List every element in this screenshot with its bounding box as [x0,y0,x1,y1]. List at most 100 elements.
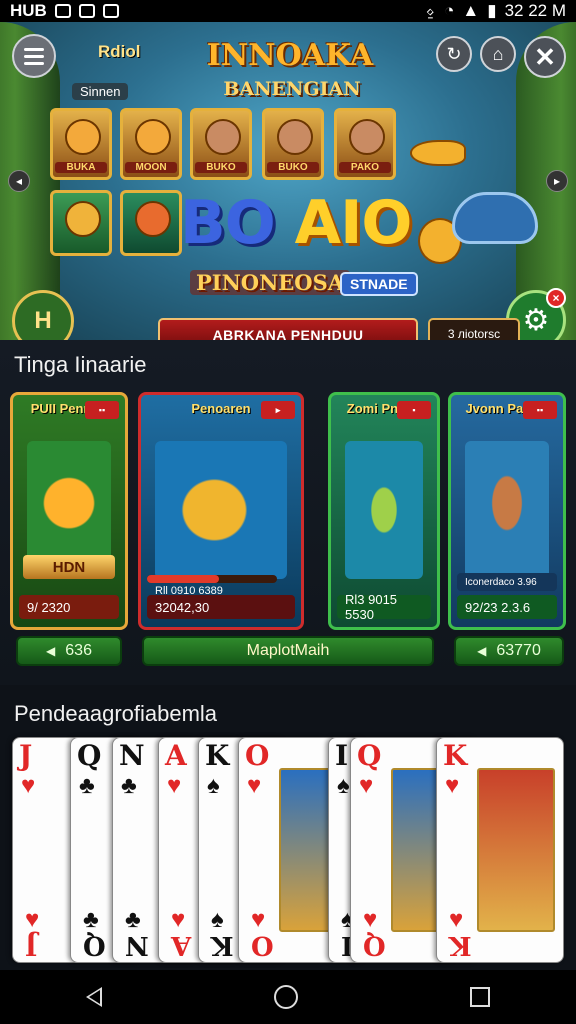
scroll-right-icon[interactable]: ▸ [546,170,568,192]
game-thumb[interactable]: BUKA [50,108,112,180]
card-subtext: Iconerdaco 3.96 [457,573,557,591]
card-badge: ▪▪ [85,401,119,419]
card-suit-icon: ♥ [251,906,266,933]
bet-bar: ◀ 636 MaplotMaih ◀ 63770 [10,636,566,668]
menu-button[interactable] [12,34,56,78]
card-rank: Q [357,739,382,772]
banner-title: INNOAKA [206,38,374,73]
card-rank: I [335,739,349,772]
game-card[interactable]: Zomi Pnimo ▪ Rl3 9015 5530 [328,392,440,630]
card-suit-icon: ♥ [171,906,186,933]
card-rank: Q [77,739,102,772]
card-suit-icon: ♥ [445,772,460,799]
arrow-left-icon: ◀ [477,644,487,658]
section-title: Pendeaagrofiabemla [14,701,218,726]
card-rank: O [245,739,270,772]
game-banner[interactable]: Rdiol Sinnen INNOAKA BANENGIAN ↻ ⌂ ✕ BUK… [0,22,576,340]
clock: 32 22 M [504,1,566,20]
card-suit-icon: ♥ [449,906,464,933]
card-rank: Q [363,930,386,960]
thumb-label: PAKO [339,162,391,173]
thumb-label: BUKO [195,162,247,173]
security-icon [102,4,119,18]
card-suit-icon: ♠ [207,772,220,799]
bet-left-button[interactable]: ◀ 636 [16,636,122,666]
game-thumb[interactable]: BUKO [190,108,252,180]
card-rank: J [25,930,38,960]
close-button[interactable]: ✕ [524,36,566,78]
card-suit-icon: ♠ [211,906,224,933]
logo-subtitle: PINONEOSA [190,270,351,295]
game-thumb[interactable] [50,190,112,256]
face-card-art [477,768,555,932]
scroll-left-icon[interactable]: ◂ [8,170,30,192]
refresh-button[interactable]: ↻ [436,36,472,72]
card-suit-icon: ♥ [21,772,36,799]
card-footer: 32042,30 [147,595,295,619]
banner-subtitle: BANENGIAN [223,78,361,100]
card-rank: K [449,930,472,960]
card-suit-icon: ♥ [25,906,40,933]
play-main-button[interactable]: MaplotMaih [142,636,434,666]
game-thumb[interactable] [120,190,182,256]
card-games-section: Pendeaagrofiabemla J ♥ ♥ J Q ♣ ♣ Q N ♣ ♣ N A ♥ ♥ A K ♠ ♠ K O… [0,685,576,970]
message-icon [78,4,95,18]
battery-icon: ▮ [487,1,497,20]
banner-cta-button[interactable]: ABRKANA PENHDUU [158,318,418,340]
banner-tag: Rdiol [98,42,141,61]
card-suit-icon: ♥ [359,772,374,799]
card-rank: K [443,739,468,772]
close-badge-icon[interactable]: × [546,288,566,308]
card-suit-icon: ♣ [79,772,95,799]
thumb-label: MOON [125,162,177,173]
card-footer: 9/ 2320 [19,595,119,619]
banner-side-button[interactable]: 3 лiotorsc [428,318,520,340]
logo-part-aio: AIO [294,188,413,258]
card-footer-text: 32042,30 [155,599,210,615]
card-badge: ▪▪ [523,401,557,419]
recent-apps-icon[interactable] [470,987,490,1007]
thumb-label: BUKA [55,162,107,173]
card-footer-text: 92/23 2.3.6 [465,599,531,615]
home-icon[interactable] [274,985,298,1009]
card-badge: ▸ [261,401,295,419]
card-suit-icon: ♠ [337,772,350,799]
card-name: HDN [23,555,115,579]
game-card[interactable]: PUII Penram ▪▪ HDN 9/ 2320 [10,392,128,630]
card-rank: N [119,739,145,772]
bet-right-value: 63770 [496,642,541,659]
card-footer-text: 9/ 2320 [27,599,71,615]
banner-pill: Sinnen [72,83,129,100]
left-action-button[interactable]: H [12,290,74,340]
wifi-icon: ◔ [444,1,455,20]
card-subtext-label: Iconerdaco 3.96 [465,576,537,588]
logo-part-bo: BO [180,188,276,258]
left-action-label: H [34,307,52,334]
game-card[interactable]: Penoaren ▸ Rll 0910 6389 32042,30 [138,392,304,630]
card-rank: O [251,930,274,960]
card-rank: K [211,930,234,960]
game-thumb[interactable]: PAKO [334,108,396,180]
top-actions: ↻ ⌂ ✕ [436,36,566,78]
card-rank: N [125,930,149,960]
game-card[interactable]: Jvonn Parroe ▪▪ Iconerdaco 3.96 92/23 2.… [448,392,566,630]
playing-card-row: J ♥ ♥ J Q ♣ ♣ Q N ♣ ♣ N A ♥ ♥ A K ♠ ♠ K O ♥ ♥ O I ♠ ♠ I Q ♥ ♥ Q K ♥ ♥ K [12,737,568,965]
gear-icon: ⚙ [522,303,550,337]
bet-left-value: 636 [65,642,92,659]
game-card-row: PUII Penram ▪▪ HDN 9/ 2320 Penoaren ▸ Rl… [10,392,566,632]
playing-card[interactable]: K ♥ ♥ K [436,737,564,963]
bet-right-button[interactable]: ◀ 63770 [454,636,564,666]
notifications-button[interactable]: ⌂ [480,36,516,72]
card-footer-text: Rl3 9015 5530 [345,592,398,622]
card-suit-icon: ♥ [167,772,182,799]
stage-badge[interactable]: STNADE [340,272,418,296]
game-thumb[interactable]: MOON [120,108,182,180]
arrow-left-icon: ◀ [46,644,56,658]
refresh-icon: ↻ [446,43,462,64]
carrier-label: HUB [10,1,47,20]
character-icon [349,119,385,155]
card-footer: Rl3 9015 5530 [337,592,431,622]
back-icon[interactable] [86,987,102,1007]
fish-icon [135,201,171,237]
game-thumb[interactable]: BUKO [262,108,324,180]
